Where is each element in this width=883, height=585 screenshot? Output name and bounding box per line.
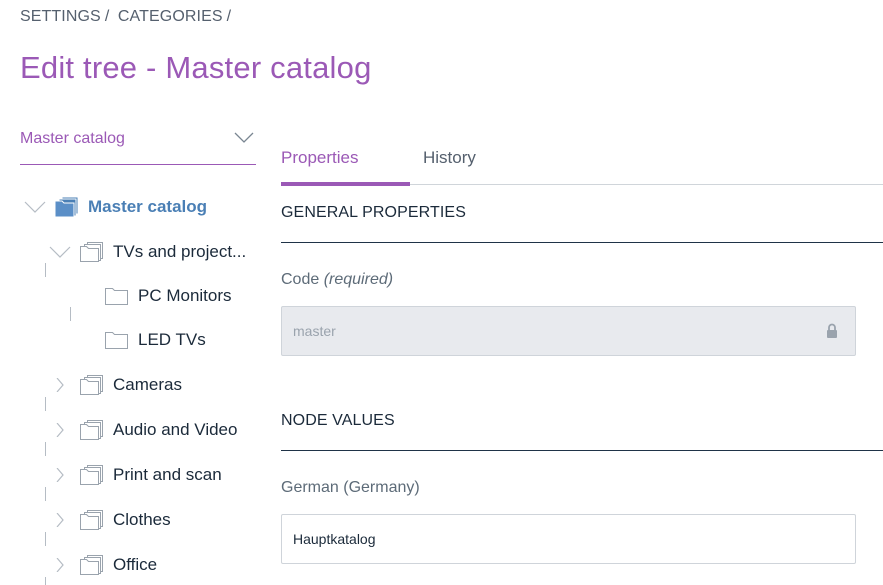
chevron-right-icon[interactable]: [49, 468, 71, 482]
tree-guide-line: [45, 397, 46, 411]
section-title-general-properties: GENERAL PROPERTIES: [281, 204, 466, 221]
breadcrumb-settings[interactable]: SETTINGS: [20, 8, 101, 25]
section-divider: [281, 450, 883, 451]
german-field-label: German (Germany): [281, 479, 420, 496]
lock-icon: [827, 323, 837, 338]
code-label-text: Code: [281, 271, 320, 288]
folder-icon: [105, 288, 128, 305]
tree-node-label: Print and scan: [113, 465, 222, 484]
code-input[interactable]: master: [281, 306, 856, 356]
tree-guide-line: [45, 263, 46, 277]
tab-history[interactable]: History: [423, 148, 476, 168]
tree-node-pc-monitors[interactable]: PC Monitors: [104, 281, 232, 311]
german-input-value: Hauptkatalog: [293, 531, 376, 547]
tree-selector-dropdown[interactable]: Master catalog: [20, 124, 256, 165]
folder-stack-icon: [80, 375, 103, 395]
section-divider: [281, 242, 883, 243]
tree-node-label: LED TVs: [138, 330, 206, 349]
tree-node-label: TVs and project...: [113, 242, 247, 261]
page-title: Edit tree - Master catalog: [20, 50, 372, 85]
code-input-value: master: [293, 323, 336, 339]
folder-stack-icon: [80, 242, 103, 262]
folder-stack-icon: [80, 420, 103, 440]
tree-guide-line: [45, 532, 46, 546]
folder-stack-icon: [80, 510, 103, 530]
chevron-down-icon[interactable]: [24, 200, 46, 214]
tree-node-label: Audio and Video: [113, 420, 238, 439]
tab-bar: Properties History: [281, 140, 883, 186]
breadcrumb-categories[interactable]: CATEGORIES: [118, 8, 223, 25]
tree-guide-line: [45, 442, 46, 456]
tree-node-clothes[interactable]: Clothes: [49, 505, 171, 535]
chevron-right-icon[interactable]: [49, 513, 71, 527]
tree-guide-line: [45, 577, 46, 585]
tree-guide-line: [45, 487, 46, 501]
tree-node-tvs-and-projectors[interactable]: TVs and project...: [49, 237, 246, 267]
tree-node-label: PC Monitors: [138, 286, 232, 305]
tree-node-master-catalog[interactable]: Master catalog: [24, 192, 207, 222]
folder-icon: [105, 332, 128, 349]
tree-node-audio-and-video[interactable]: Audio and Video: [49, 415, 237, 445]
code-field-label: Code (required): [281, 271, 393, 289]
section-title-node-values: NODE VALUES: [281, 412, 395, 429]
chevron-down-icon[interactable]: [49, 245, 71, 259]
tree-node-label: Cameras: [113, 375, 182, 394]
tree-node-label: Office: [113, 555, 158, 574]
chevron-down-icon: [234, 132, 254, 143]
tree-guide-line: [70, 307, 71, 321]
folder-stack-icon: [80, 465, 103, 485]
breadcrumb: SETTINGS / CATEGORIES /: [20, 8, 235, 26]
tree-node-office[interactable]: Office: [49, 550, 157, 580]
breadcrumb-separator: /: [226, 8, 232, 25]
folder-stack-icon: [80, 555, 103, 575]
chevron-right-icon[interactable]: [49, 423, 71, 437]
chevron-right-icon[interactable]: [49, 378, 71, 392]
tree-node-print-and-scan[interactable]: Print and scan: [49, 460, 222, 490]
tree-node-label: Clothes: [113, 510, 171, 529]
required-marker: (required): [323, 271, 394, 288]
tree-node-led-tvs[interactable]: LED TVs: [104, 325, 206, 355]
tree-node-cameras[interactable]: Cameras: [49, 370, 182, 400]
tree-selector-value: Master catalog: [20, 130, 125, 147]
tree-node-label: Master catalog: [88, 197, 208, 216]
tab-properties[interactable]: Properties: [281, 148, 358, 168]
breadcrumb-separator: /: [104, 8, 110, 25]
chevron-right-icon[interactable]: [49, 558, 71, 572]
active-tab-indicator: [281, 182, 410, 186]
german-value-input[interactable]: Hauptkatalog: [281, 514, 856, 564]
folder-stack-icon: [54, 196, 79, 218]
